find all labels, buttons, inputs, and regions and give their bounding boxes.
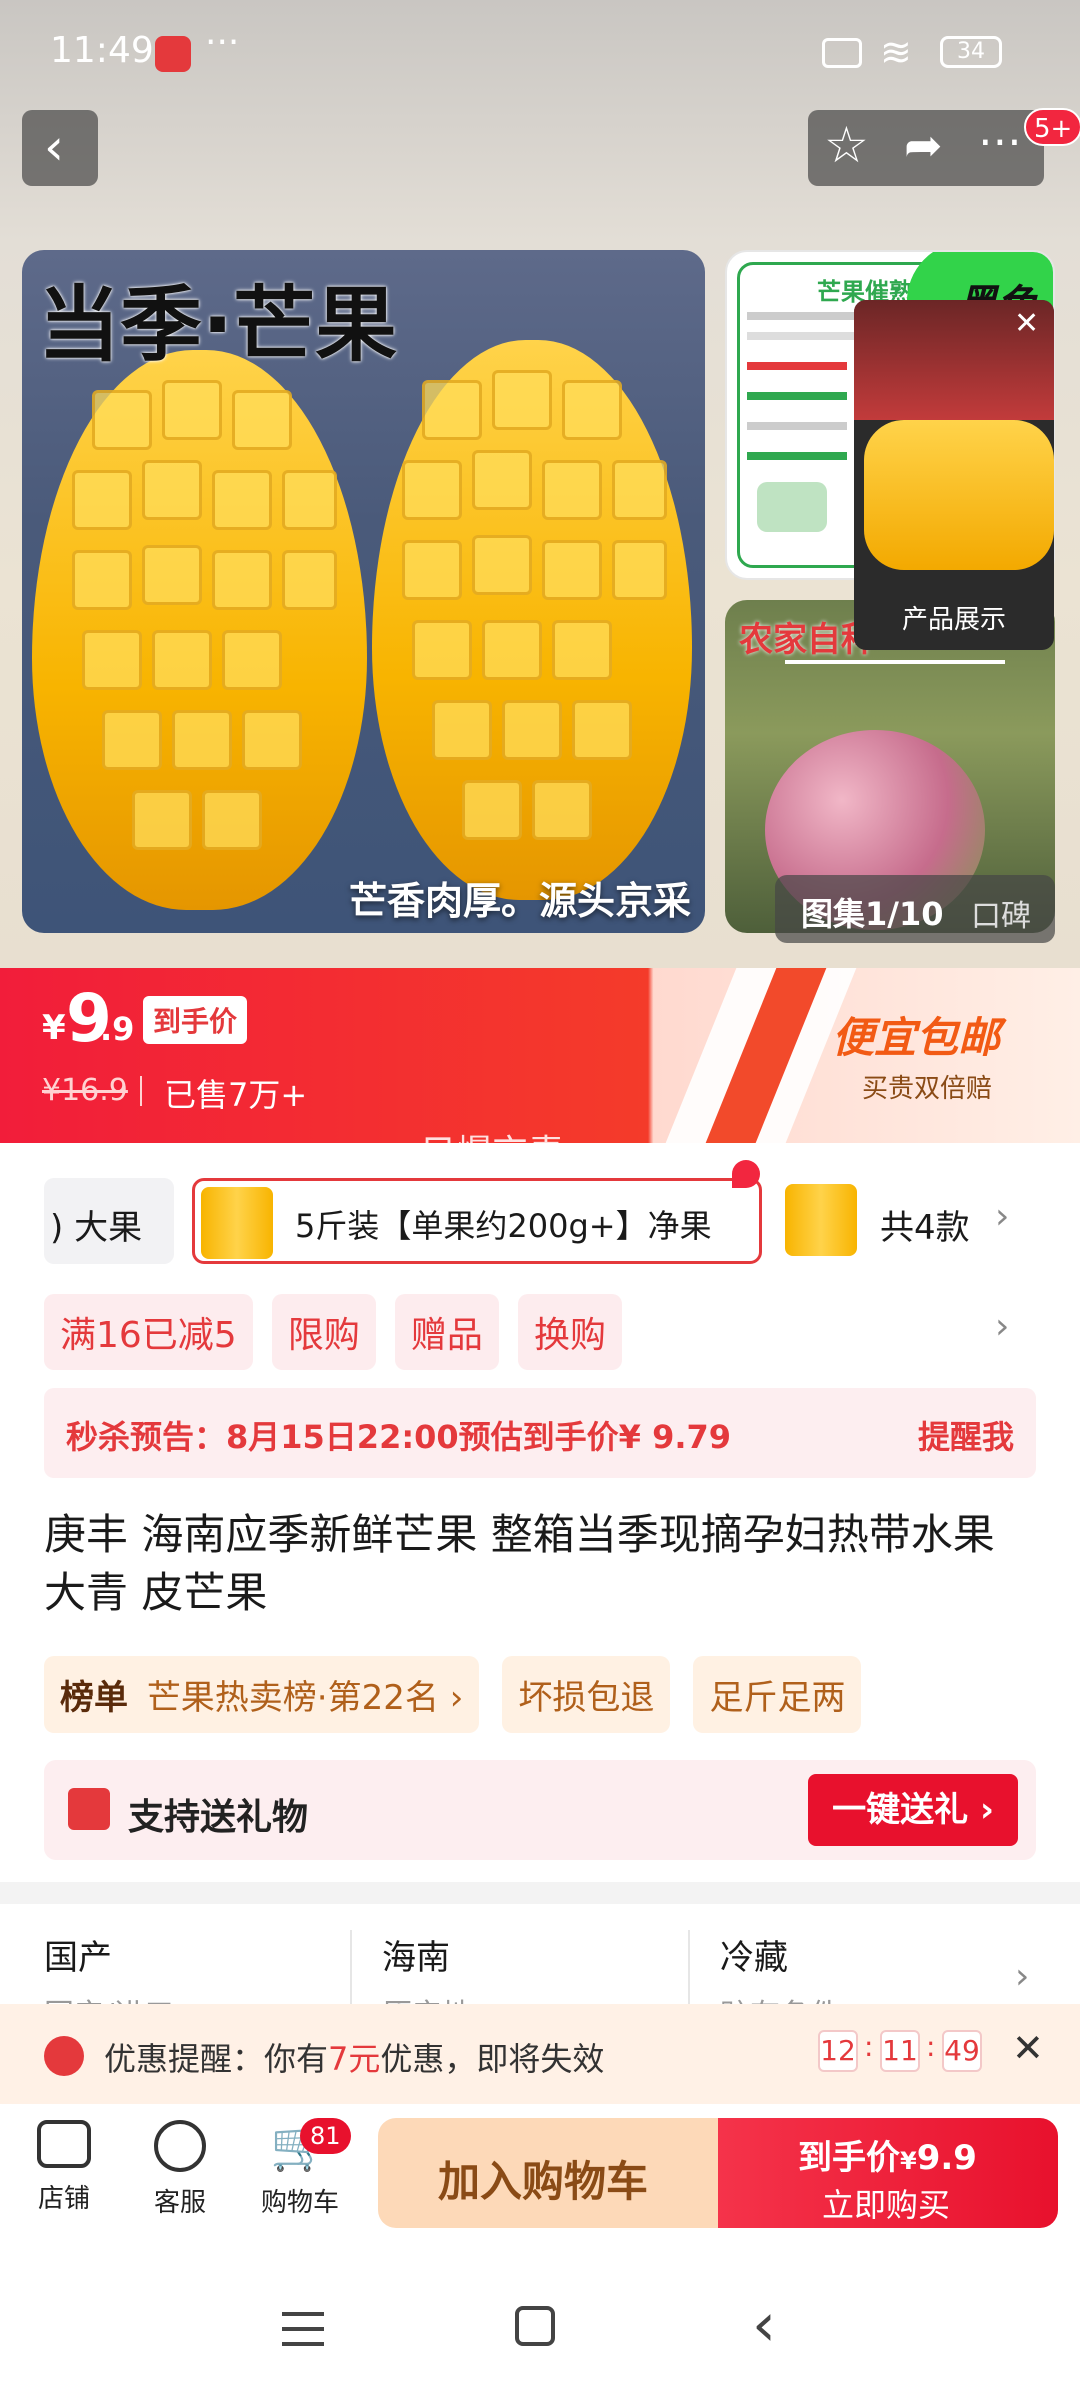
buy-now-label: 立即购买 xyxy=(822,2186,951,2224)
countdown-hours: 12 xyxy=(818,2030,858,2072)
gift-text: 支持送礼物 xyxy=(128,1797,309,1838)
clock-icon xyxy=(44,2036,84,2076)
variant-next-thumb[interactable] xyxy=(785,1184,857,1256)
price-currency: ¥ xyxy=(42,1008,66,1048)
cart-label: 购物车 xyxy=(260,2188,339,2218)
ranking-tag[interactable]: 榜单 芒果热卖榜·第22名 › xyxy=(44,1656,480,1733)
variant-selected[interactable]: 5斤装【单果约200g+】净果 xyxy=(192,1178,762,1264)
app-icon xyxy=(155,36,191,72)
original-price: ¥16.9 xyxy=(42,1073,128,1108)
more-icon[interactable]: ⋯ xyxy=(978,116,1022,167)
back-nav-icon[interactable]: ‹ xyxy=(752,2290,776,2360)
video-preview[interactable]: ✕ 产品展示 xyxy=(854,300,1054,650)
variant-selected-label: 5斤装【单果约200g+】净果 xyxy=(295,1207,712,1245)
home-icon[interactable] xyxy=(515,2306,555,2346)
flash-sale-banner[interactable]: 秒杀预告：8月15日22:00预估到手价¥ 9.79 提醒我 xyxy=(44,1388,1036,1478)
video-label: 产品展示 xyxy=(901,605,1006,635)
service-label: 客服 xyxy=(153,2188,206,2218)
promo-title: 便宜包邮 xyxy=(832,1013,1001,1062)
main-product-image[interactable]: 当季·芒果 芒香肉厚。源头京采 xyxy=(22,250,705,933)
price-bar: ¥ 9 .9 到手价 ¥16.9 已售7万+ 便宜包邮 买贵双倍赔 xyxy=(0,968,1080,1143)
countdown-seconds: 49 xyxy=(942,2030,982,2072)
close-icon[interactable]: ✕ xyxy=(1014,306,1039,341)
add-to-cart-button[interactable]: 加入购物车 xyxy=(378,2118,718,2228)
image-caption: 芒香肉厚。源头京采 xyxy=(348,879,691,923)
service-tag[interactable]: 坏损包退 xyxy=(502,1656,671,1733)
share-icon[interactable]: ➦ xyxy=(904,118,943,172)
reviews-tab[interactable]: 口碑 xyxy=(971,891,1031,935)
coupon-alert-text: 优惠提醒：你有7元优惠，即将失效 xyxy=(104,2040,605,2078)
buy-price-label: 到手价 xyxy=(798,2138,900,2178)
buy-now-button[interactable]: 到手价¥9.9 立即购买 xyxy=(718,2118,1058,2228)
wifi-icon: ≋ xyxy=(880,30,912,74)
back-button[interactable]: ‹ xyxy=(22,110,98,186)
ranking-text: 芒果热卖榜·第22名 › xyxy=(146,1678,464,1718)
star-icon[interactable]: ☆ xyxy=(824,116,869,174)
variant-count[interactable]: 共4款 xyxy=(880,1200,970,1249)
status-bar: 11:49 ··· ≋ 34 xyxy=(0,0,1080,100)
countdown-minutes: 11 xyxy=(880,2030,920,2072)
service-button[interactable]: 客服 xyxy=(142,2120,218,2219)
variant-thumb xyxy=(201,1187,273,1259)
spec-origin: 国产 xyxy=(44,1938,112,1978)
spec-storage: 冷藏 xyxy=(720,1938,788,1978)
promo-chip[interactable]: 赠品 xyxy=(394,1294,499,1370)
flash-sale-text: 秒杀预告：8月15日22:00预估到手价¥ 9.79 xyxy=(66,1418,732,1456)
send-gift-button[interactable]: 一键送礼 › xyxy=(808,1774,1018,1846)
service-tag[interactable]: 足斤足两 xyxy=(693,1656,862,1733)
promo-chip[interactable]: 换购 xyxy=(518,1294,623,1370)
chevron-left-icon: ‹ xyxy=(44,118,64,176)
gift-banner: 支持送礼物 一键送礼 › xyxy=(44,1760,1036,1860)
watermark: 只爆京青 xyxy=(420,1133,565,1174)
header-actions: ☆ ➦ ⋯ xyxy=(808,110,1044,186)
promotion-chips: 满16已减5 限购 赠品 换购 xyxy=(44,1294,1024,1370)
coupon-alert[interactable]: 优惠提醒：你有7元优惠，即将失效 12 : 11 : 49 ✕ xyxy=(0,2004,1080,2104)
store-label: 店铺 xyxy=(37,2184,90,2214)
chevron-right-icon[interactable]: › xyxy=(995,1196,1009,1237)
add-to-cart-label: 加入购物车 xyxy=(438,2157,649,2206)
buy-price: 9.9 xyxy=(916,2138,977,2178)
sim-icon xyxy=(822,38,862,68)
promo-chip[interactable]: 满16已减5 xyxy=(44,1294,253,1370)
variant-prev-label: ) 大果 xyxy=(50,1208,143,1248)
hot-icon xyxy=(732,1160,760,1188)
chevron-right-icon[interactable]: › xyxy=(995,1306,1009,1347)
image-headline: 当季·芒果 xyxy=(38,278,398,373)
store-button[interactable]: 店铺 xyxy=(26,2120,102,2215)
chevron-right-icon[interactable]: › xyxy=(1015,1956,1029,1997)
store-icon xyxy=(37,2120,91,2168)
tags-row: 榜单 芒果热卖榜·第22名 › 坏损包退 足斤足两 xyxy=(44,1656,1034,1733)
gallery-count: 图集1/10 xyxy=(801,895,944,933)
close-icon[interactable]: ✕ xyxy=(1012,2026,1044,2070)
battery-icon: 34 xyxy=(940,36,1002,68)
spec-region: 海南 xyxy=(382,1938,450,1978)
status-time: 11:49 xyxy=(50,30,154,71)
service-icon xyxy=(154,2120,206,2172)
promo-subtitle: 买贵双倍赔 xyxy=(862,1074,993,1104)
final-price-tag: 到手价 xyxy=(143,996,248,1044)
status-more: ··· xyxy=(205,22,240,63)
notification-badge: 5+ xyxy=(1024,108,1080,146)
gallery-counter[interactable]: 图集1/10 口碑 xyxy=(775,875,1055,943)
gift-icon xyxy=(68,1788,110,1830)
remind-me-button[interactable]: 提醒我 xyxy=(918,1412,1014,1458)
sold-count: 已售7万+ xyxy=(164,1076,308,1114)
ranking-label: 榜单 xyxy=(60,1678,128,1718)
product-title: 庚丰 海南应季新鲜芒果 整箱当季现摘孕妇热带水果大青 皮芒果 xyxy=(44,1510,995,1617)
promo-chip[interactable]: 限购 xyxy=(271,1294,376,1370)
cart-badge: 81 xyxy=(300,2118,351,2154)
price-decimal: .9 xyxy=(100,1010,135,1048)
variant-prev[interactable]: ) 大果 xyxy=(44,1178,174,1264)
